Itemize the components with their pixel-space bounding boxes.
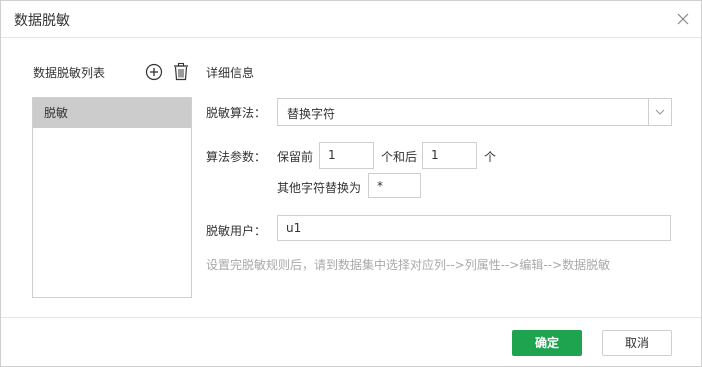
keep-front-label: 保留前 [277, 150, 314, 164]
data-masking-dialog: 数据脱敏 数据脱敏列表 脱敏 详细信息 脱敏算法： 替换字符 算法参数： 保留前… [0, 0, 702, 367]
list-item[interactable]: 脱敏 [33, 98, 191, 128]
dialog-header: 数据脱敏 [1, 1, 701, 38]
algorithm-label: 脱敏算法： [206, 106, 267, 120]
add-icon[interactable] [145, 63, 163, 81]
replace-char-input[interactable]: * [368, 173, 421, 198]
select-toggle[interactable] [648, 99, 671, 125]
and-back-label: 个和后 [381, 150, 418, 164]
users-label: 脱敏用户： [206, 224, 267, 238]
params-label: 算法参数： [206, 150, 267, 164]
keep-back-input[interactable]: 1 [422, 142, 477, 169]
cancel-button[interactable]: 取消 [602, 330, 672, 356]
chevron-down-icon [655, 109, 665, 115]
masking-list-label: 数据脱敏列表 [33, 66, 106, 80]
users-input[interactable]: u1 [277, 215, 671, 241]
algorithm-select[interactable]: 替换字符 [277, 98, 672, 126]
unit-label: 个 [484, 150, 497, 164]
hint-text: 设置完脱敏规则后，请到数据集中选择对应列-->列属性-->编辑-->数据脱敏 [206, 258, 611, 272]
dialog-title: 数据脱敏 [14, 13, 70, 29]
algorithm-select-value: 替换字符 [287, 107, 336, 121]
replace-with-label: 其他字符替换为 [277, 181, 362, 195]
footer-divider [1, 317, 701, 318]
trash-icon[interactable] [172, 62, 190, 81]
ok-button[interactable]: 确定 [512, 330, 582, 356]
close-icon[interactable] [675, 11, 691, 27]
masking-list: 脱敏 [32, 97, 192, 298]
detail-section-label: 详细信息 [206, 66, 255, 80]
keep-front-input[interactable]: 1 [319, 142, 374, 169]
